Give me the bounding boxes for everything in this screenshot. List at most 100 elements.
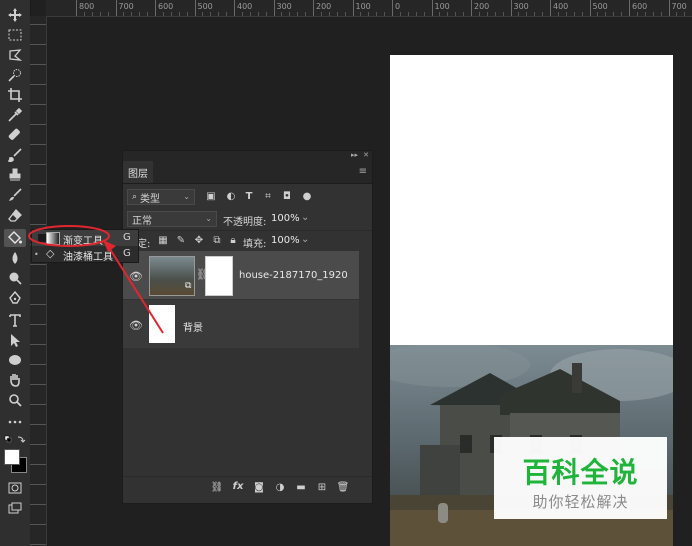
ruler-tick: 600 — [629, 0, 647, 16]
opacity-value[interactable]: 100% — [271, 213, 300, 224]
filter-pixel-icon[interactable]: ▣ — [205, 190, 217, 202]
ruler-tick — [30, 524, 46, 525]
ruler-minor-tick — [289, 12, 291, 16]
crop-tool-icon[interactable] — [4, 86, 26, 104]
ruler-minor-tick — [676, 12, 678, 16]
layer-mask-thumbnail[interactable] — [205, 256, 233, 296]
clone-stamp-tool-icon[interactable] — [4, 166, 26, 184]
left-ruler — [30, 16, 47, 546]
ruler-minor-tick — [241, 12, 243, 16]
ruler-minor-tick — [320, 12, 322, 16]
zoom-tool-icon[interactable] — [4, 391, 26, 409]
lock-transparency-icon[interactable]: ▦ — [157, 234, 169, 246]
ellipse-tool-icon[interactable] — [4, 351, 26, 369]
collapse-panel-icon[interactable]: ▸▸ — [351, 151, 358, 159]
lasso-tool-icon[interactable] — [4, 46, 26, 64]
pen-tool-icon[interactable] — [4, 289, 26, 307]
ruler-minor-tick — [218, 12, 220, 16]
layer-row-house[interactable]: 👁︎ ⧉ ⛓︎ house-2187170_1920 — [123, 251, 359, 299]
hand-tool-icon[interactable] — [4, 371, 26, 389]
layer-name[interactable]: house-2187170_1920 — [239, 270, 348, 281]
add-mask-icon[interactable]: ◙ — [253, 481, 265, 493]
layers-bottom-bar: ⛓︎ fx ◙ ◑ ▬ ⊞ 🗑︎ — [123, 476, 372, 497]
eraser-tool-icon[interactable] — [4, 206, 26, 224]
visibility-eye-icon[interactable]: 👁︎ — [129, 270, 143, 283]
visibility-eye-icon[interactable]: 👁︎ — [129, 319, 143, 332]
adjustment-layer-icon[interactable]: ◑ — [274, 481, 286, 493]
path-select-tool-icon[interactable] — [4, 331, 26, 349]
filter-smart-object-icon[interactable]: ◘ — [281, 190, 293, 202]
ruler-minor-tick — [281, 12, 283, 16]
more-tools-icon[interactable] — [4, 413, 26, 431]
dodge-tool-icon[interactable] — [4, 269, 26, 287]
quick-mask-icon[interactable] — [4, 479, 26, 497]
ruler-tick: 100 — [431, 0, 450, 16]
lock-all-icon[interactable]: 🔒︎ — [227, 234, 239, 246]
chevron-down-icon[interactable]: ⌄ — [301, 234, 309, 245]
panel-menu-icon[interactable]: ≡ — [359, 166, 367, 177]
menu-item-paint-bucket-tool[interactable]: • ◇ 油漆桶工具 G — [32, 246, 138, 263]
panel-titlebar[interactable]: ▸▸ ✕ — [123, 151, 372, 161]
filter-shape-icon[interactable]: ⌗ — [262, 190, 274, 202]
eyedropper-tool-icon[interactable] — [4, 106, 26, 124]
ruler-minor-tick — [478, 12, 480, 16]
quick-select-tool-icon[interactable] — [4, 66, 26, 84]
move-tool-icon[interactable] — [4, 6, 26, 24]
lock-pixels-icon[interactable]: ✎ — [175, 234, 187, 246]
ruler-tick: 400 — [234, 0, 252, 16]
ruler-tick: 100 — [352, 0, 371, 16]
healing-brush-tool-icon[interactable] — [4, 126, 26, 144]
close-panel-icon[interactable]: ✕ — [363, 151, 369, 159]
lock-position-icon[interactable]: ✥ — [193, 234, 205, 246]
ruler-tick — [30, 324, 46, 325]
filter-toggle-icon[interactable]: ● — [301, 190, 313, 202]
filter-type-icon[interactable]: T — [243, 190, 255, 202]
blend-row: 正常 ⌄ 不透明度: 100% ⌄ — [123, 209, 372, 229]
link-layers-icon[interactable]: ⛓︎ — [211, 481, 224, 493]
history-brush-tool-icon[interactable] — [4, 186, 26, 204]
screen-mode-icon[interactable] — [4, 499, 26, 517]
chevron-down-icon[interactable]: ⌄ — [301, 212, 309, 223]
ruler-minor-tick — [344, 12, 346, 16]
ruler-minor-tick — [652, 12, 654, 16]
brush-tool-icon[interactable] — [4, 146, 26, 164]
tab-layers[interactable]: 图层 — [123, 161, 153, 183]
delete-layer-icon[interactable]: 🗑︎ — [337, 481, 350, 493]
ruler-minor-tick — [565, 12, 567, 16]
layer-filter-row: ⌕ 类型 ⌄ ▣ ◐ T ⌗ ◘ ● — [123, 187, 372, 207]
menu-item-gradient-tool[interactable]: 渐变工具 G — [32, 230, 138, 247]
ruler-minor-tick — [486, 12, 488, 16]
ruler-tick — [30, 44, 46, 45]
type-tool-icon[interactable] — [4, 311, 26, 329]
filter-kind-select[interactable]: ⌕ 类型 ⌄ — [127, 189, 195, 205]
marquee-tool-icon[interactable] — [4, 26, 26, 44]
layer-name[interactable]: 背景 — [183, 319, 203, 334]
new-layer-icon[interactable]: ⊞ — [316, 481, 328, 493]
ruler-tick: 200 — [313, 0, 331, 16]
ruler-minor-tick — [597, 12, 599, 16]
blend-mode-select[interactable]: 正常 ⌄ — [127, 211, 217, 227]
ruler-minor-tick — [297, 12, 299, 16]
filter-adjustment-icon[interactable]: ◐ — [225, 190, 237, 202]
layer-thumbnail — [149, 305, 175, 343]
layer-row-background[interactable]: 👁︎ 背景 — [123, 300, 359, 348]
ruler-tick — [30, 224, 46, 225]
fill-value[interactable]: 100% — [271, 235, 300, 246]
new-group-icon[interactable]: ▬ — [295, 481, 307, 493]
ruler-minor-tick — [581, 12, 583, 16]
selected-indicator — [38, 234, 46, 242]
default-colors-icon[interactable] — [4, 435, 26, 443]
fill-label: 填充: — [243, 239, 267, 250]
fx-icon[interactable]: fx — [232, 480, 244, 492]
blur-tool-icon[interactable] — [4, 249, 26, 267]
ruler-minor-tick — [170, 12, 172, 16]
menu-item-shortcut: G — [123, 248, 131, 259]
ruler-tick — [30, 164, 46, 165]
ruler-tick-label: 400 — [553, 2, 569, 11]
ruler-tick — [30, 424, 46, 425]
watermark: 百科全说 助你轻松解决 — [494, 437, 667, 519]
ruler-tick: 700 — [115, 0, 134, 16]
paint-bucket-tool-icon[interactable] — [4, 229, 26, 247]
ruler-minor-tick — [447, 12, 449, 16]
lock-artboard-icon[interactable]: ⧉ — [211, 234, 223, 246]
